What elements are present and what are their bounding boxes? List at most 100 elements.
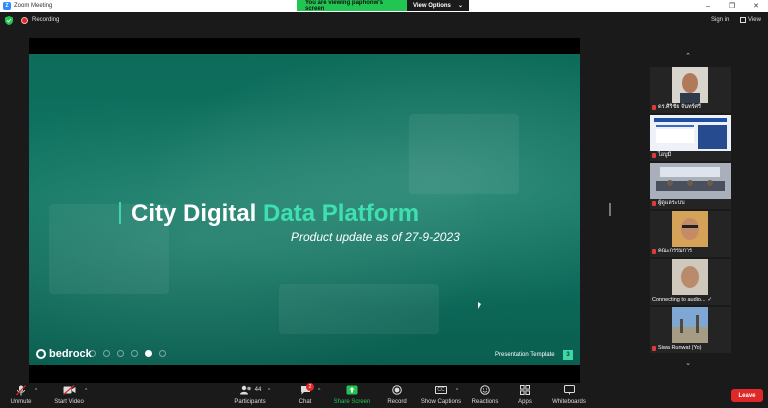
whiteboard-icon bbox=[563, 385, 575, 395]
apps-button[interactable]: Apps bbox=[514, 384, 536, 408]
chat-caret-icon[interactable]: ^ bbox=[318, 388, 320, 394]
presentation-slide: City Digital Data Platform Product updat… bbox=[29, 54, 580, 365]
participant-video bbox=[650, 163, 731, 199]
shield-icon[interactable] bbox=[5, 16, 13, 25]
pen-icon[interactable] bbox=[117, 350, 124, 357]
slides-icon[interactable] bbox=[145, 350, 152, 357]
close-button[interactable]: ✕ bbox=[744, 0, 768, 12]
check-icon: ✓ bbox=[707, 297, 713, 303]
reactions-label: Reactions bbox=[471, 399, 499, 405]
next-slide-icon[interactable] bbox=[103, 350, 110, 357]
muted-mic-icon bbox=[652, 345, 656, 351]
participant-name: ผู้ดูแลระบบ bbox=[658, 200, 685, 206]
chevron-down-icon: ⌄ bbox=[457, 3, 463, 9]
record-button[interactable]: Record bbox=[384, 384, 410, 408]
view-button[interactable]: View bbox=[740, 17, 761, 23]
participants-button[interactable]: 44 Participants bbox=[231, 384, 269, 408]
prev-slide-icon[interactable] bbox=[89, 350, 96, 357]
participant-name: ไอบูมี bbox=[658, 152, 672, 158]
brand-name: bedrock bbox=[49, 348, 92, 360]
participant-tile[interactable]: คณะกรรมการ bbox=[650, 211, 731, 257]
participant-tile[interactable]: ไอบูมี bbox=[650, 115, 731, 161]
start-video-label: Start Video bbox=[54, 399, 84, 405]
muted-microphone-icon bbox=[16, 384, 26, 395]
bedrock-logo-icon bbox=[36, 349, 46, 359]
apps-label: Apps bbox=[518, 399, 532, 405]
participant-video bbox=[672, 307, 708, 343]
share-screen-label: Share Screen bbox=[333, 399, 371, 405]
recording-label: Recording bbox=[32, 17, 60, 23]
record-icon bbox=[392, 385, 402, 395]
muted-mic-icon bbox=[652, 200, 656, 206]
slide-tools bbox=[89, 350, 166, 357]
participant-tile[interactable]: Connecting to audio... ✓ bbox=[650, 259, 731, 305]
participant-video bbox=[672, 67, 708, 103]
more-icon[interactable] bbox=[159, 350, 166, 357]
participant-name: ดร.ศิริชัย จันทร์ศรี bbox=[658, 104, 701, 110]
window-title: Zoom Meeting bbox=[14, 3, 53, 9]
unmute-label: Unmute bbox=[10, 399, 32, 405]
meeting-top-bar: Recording Sign in View bbox=[0, 12, 768, 30]
start-video-button[interactable]: Start Video bbox=[52, 384, 86, 408]
zoom-icon[interactable] bbox=[131, 350, 138, 357]
participant-name: Connecting to audio... bbox=[652, 297, 706, 303]
minimize-button[interactable]: – bbox=[696, 0, 720, 12]
share-banner: You are viewing paphonw's screen View Op… bbox=[297, 0, 469, 12]
strip-scroll-down-button[interactable]: ⌄ bbox=[681, 358, 695, 368]
slide-title-part1: City Digital bbox=[131, 200, 257, 227]
audio-options-caret-icon[interactable]: ^ bbox=[35, 388, 37, 394]
participant-name: Siwa Runwat (Yo) bbox=[658, 345, 702, 351]
muted-mic-icon bbox=[652, 104, 656, 110]
chat-unread-badge: 2 bbox=[306, 383, 314, 391]
participant-tile[interactable]: ดร.ศิริชัย จันทร์ศรี bbox=[650, 67, 731, 113]
record-label: Record bbox=[387, 399, 407, 405]
meeting-toolbar: Unmute ^ Start Video ^ 44 Participants ^ bbox=[0, 383, 768, 408]
view-label: View bbox=[748, 17, 761, 23]
title-accent-bar bbox=[119, 202, 121, 224]
background-window bbox=[409, 114, 519, 194]
reactions-button[interactable]: Reactions bbox=[469, 384, 501, 408]
muted-mic-icon bbox=[652, 248, 656, 254]
participants-icon bbox=[239, 385, 251, 395]
template-label: Presentation Template bbox=[495, 352, 555, 358]
video-options-caret-icon[interactable]: ^ bbox=[85, 388, 87, 394]
mouse-cursor-icon bbox=[478, 302, 481, 309]
slide-subtitle: Product update as of 27-9-2023 bbox=[291, 230, 460, 244]
apps-icon bbox=[520, 385, 530, 395]
participant-tile[interactable]: Siwa Runwat (Yo) bbox=[650, 307, 731, 353]
grid-icon bbox=[740, 17, 746, 23]
recording-icon bbox=[21, 17, 28, 24]
show-captions-label: Show Captions bbox=[420, 399, 462, 405]
participant-tile[interactable]: ผู้ดูแลระบบ bbox=[650, 163, 731, 209]
share-screen-button[interactable]: Share Screen bbox=[332, 384, 372, 408]
captions-caret-icon[interactable]: ^ bbox=[456, 388, 458, 394]
strip-scroll-up-button[interactable]: ⌃ bbox=[681, 51, 695, 61]
slide-title: City Digital Data Platform bbox=[119, 200, 419, 228]
participants-label: Participants bbox=[234, 399, 266, 405]
participant-video bbox=[672, 259, 708, 295]
page-number: 3 bbox=[563, 350, 573, 360]
window-controls: – ❐ ✕ bbox=[696, 0, 768, 12]
maximize-button[interactable]: ❐ bbox=[720, 0, 744, 12]
bedrock-logo: bedrock bbox=[36, 348, 92, 360]
viewing-screen-label: You are viewing paphonw's screen bbox=[297, 0, 407, 12]
video-off-icon bbox=[62, 385, 75, 395]
slide-title-part2: Data Platform bbox=[263, 200, 420, 227]
captions-icon: CC bbox=[435, 386, 447, 394]
participants-count: 44 bbox=[254, 387, 262, 393]
view-options-label: View Options bbox=[413, 2, 451, 9]
participant-video bbox=[650, 115, 731, 151]
participant-name: คณะกรรมการ bbox=[658, 248, 692, 254]
sign-in-link[interactable]: Sign in bbox=[711, 17, 729, 23]
participants-caret-icon[interactable]: ^ bbox=[268, 388, 270, 394]
view-options-button[interactable]: View Options ⌄ bbox=[407, 0, 469, 11]
shared-screen[interactable]: City Digital Data Platform Product updat… bbox=[29, 38, 580, 383]
unmute-button[interactable]: Unmute bbox=[6, 384, 36, 408]
leave-button[interactable]: Leave bbox=[731, 389, 763, 402]
whiteboards-button[interactable]: Whiteboards bbox=[550, 384, 588, 408]
chat-label: Chat bbox=[298, 399, 312, 405]
background-table bbox=[279, 284, 439, 334]
participant-video bbox=[672, 211, 708, 247]
panel-splitter-handle[interactable] bbox=[609, 203, 611, 216]
zoom-logo-icon: Z bbox=[3, 2, 11, 10]
